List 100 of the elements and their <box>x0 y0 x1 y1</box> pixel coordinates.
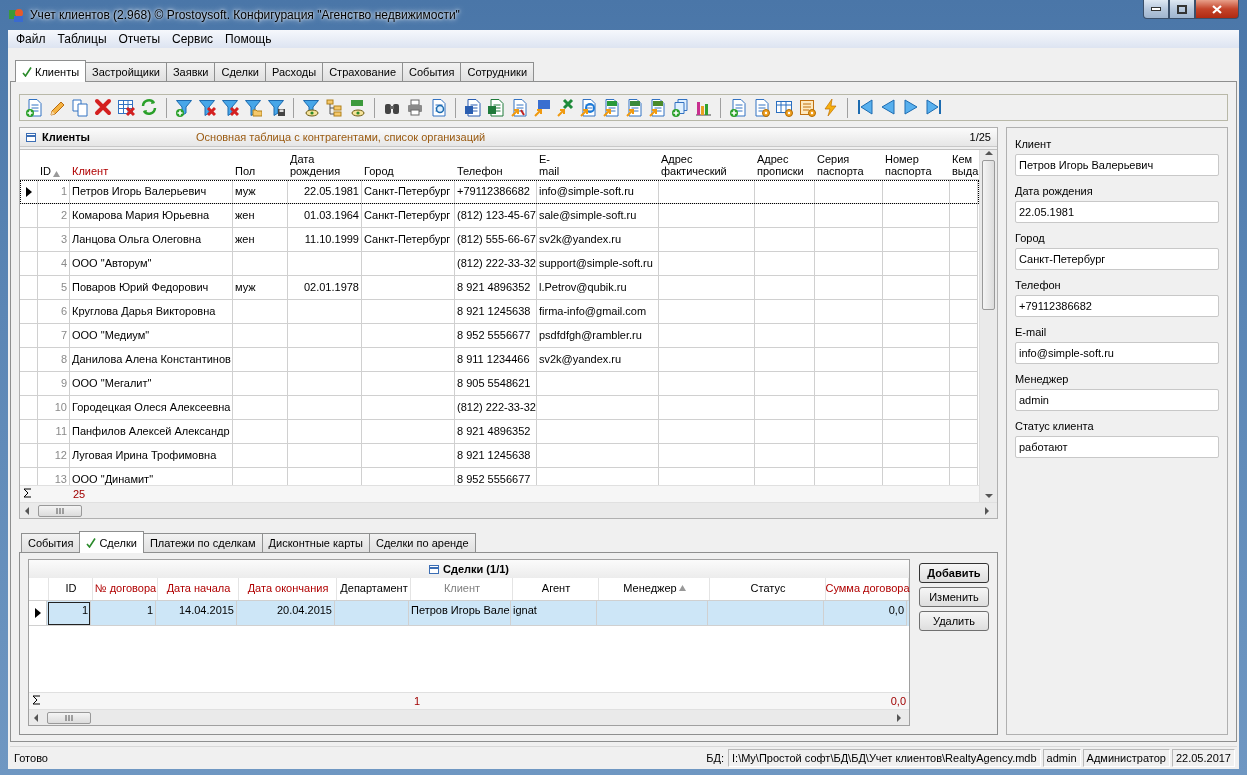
row-selector[interactable] <box>20 180 38 205</box>
sort-arrow-icon <box>678 585 686 591</box>
table-cell: ignat <box>511 601 597 626</box>
new-document-icon[interactable] <box>24 97 44 118</box>
table-cell: 1 <box>91 601 156 626</box>
column-header[interactable]: Телефон <box>457 165 503 178</box>
menu-item[interactable]: Сервис <box>166 30 220 48</box>
table-cell: 1 <box>47 601 91 626</box>
scrollbar-thumb[interactable] <box>982 160 995 310</box>
column-header[interactable]: № договора <box>94 582 157 594</box>
scroll-arrow-icon[interactable] <box>24 506 32 515</box>
input-field[interactable]: Санкт-Петербург <box>1015 248 1219 270</box>
filter-add-icon[interactable] <box>174 97 194 118</box>
copies-icon[interactable] <box>670 97 690 118</box>
filter-clear-icon[interactable] <box>220 97 240 118</box>
tab[interactable]: Страхование <box>322 62 404 82</box>
tab[interactable]: Сделки по аренде <box>368 533 476 553</box>
row-pointer-icon <box>25 186 32 197</box>
tab[interactable]: Расходы <box>265 62 324 82</box>
menu-item[interactable]: Отчеты <box>112 30 166 48</box>
tab[interactable]: Застройщики <box>85 62 167 82</box>
scrollbar-thumb[interactable] <box>38 504 82 517</box>
maximize-button[interactable] <box>1169 0 1195 19</box>
column-header[interactable]: Серия паспорта <box>817 153 864 178</box>
field-label: Менеджер <box>1015 373 1070 385</box>
column-header[interactable]: Номер паспорта <box>885 153 932 178</box>
database-path: I:\My\Простой софт\БД\БД\Учет клиентов\RealtyAgency.mdb <box>728 749 1041 767</box>
total-amount: 0,0 <box>889 695 907 707</box>
tree-icon[interactable] <box>324 97 344 118</box>
field-label: Клиент <box>1015 138 1053 150</box>
copy-icon[interactable] <box>70 97 90 118</box>
column-header[interactable]: Дата окончания <box>247 582 329 594</box>
scroll-arrow-icon[interactable] <box>984 150 993 158</box>
column-header[interactable]: Агент <box>541 582 571 594</box>
menu-item[interactable]: Таблицы <box>51 30 113 48</box>
field-label: Телефон <box>1015 279 1062 291</box>
column-header[interactable]: Департамент <box>340 582 408 594</box>
table-delete-icon[interactable] <box>116 97 136 118</box>
table-cell: 0,0 <box>824 601 907 626</box>
tab[interactable]: Платежи по сделкам <box>142 533 263 553</box>
sort-arrow-icon <box>53 171 60 178</box>
input-field[interactable]: Петров Игорь Валерьевич <box>1015 154 1219 176</box>
tab[interactable]: Сделки <box>214 62 266 82</box>
filter-remove-icon[interactable] <box>197 97 217 118</box>
column-header[interactable]: Адрес прописки <box>757 153 804 178</box>
row-pointer-icon <box>34 608 41 618</box>
document-add-icon[interactable] <box>728 97 748 118</box>
tab[interactable]: Сотрудники <box>460 62 535 82</box>
column-header[interactable]: Менеджер <box>623 582 686 594</box>
action-button[interactable]: Добавить <box>919 563 989 583</box>
delete-icon[interactable] <box>93 97 113 118</box>
database-label: БД: <box>705 752 726 764</box>
filter-save-icon[interactable] <box>266 97 286 118</box>
maximize-icon <box>1177 4 1187 14</box>
filter-eye-icon[interactable] <box>301 97 321 118</box>
row-selector[interactable] <box>29 601 47 626</box>
input-field[interactable]: admin <box>1015 389 1219 411</box>
action-button[interactable]: Удалить <box>919 611 989 631</box>
sum-icon <box>23 488 32 499</box>
column-header[interactable]: Город <box>364 165 394 178</box>
column-header[interactable]: E-mail <box>539 153 560 178</box>
minimize-button[interactable] <box>1143 0 1169 19</box>
list-gear-icon[interactable] <box>797 97 817 118</box>
last-arrow-icon[interactable] <box>924 97 944 118</box>
tab[interactable]: Клиенты <box>15 60 87 82</box>
scrollbar-thumb[interactable] <box>47 711 91 724</box>
column-header[interactable]: ID <box>65 582 77 594</box>
menu-item[interactable]: Файл <box>10 30 52 48</box>
tab[interactable]: События <box>21 533 81 553</box>
column-header[interactable]: Клиент <box>443 582 481 594</box>
sum-icon <box>32 695 41 705</box>
column-header[interactable]: Адрес фактический <box>661 153 727 178</box>
input-field[interactable]: работают <box>1015 436 1219 458</box>
column-header[interactable]: Клиент <box>72 165 109 178</box>
column-header[interactable]: Дата начала <box>166 582 231 594</box>
scroll-arrow-icon[interactable] <box>33 713 41 722</box>
tab[interactable]: События <box>402 62 462 82</box>
menu-item[interactable]: Помощь <box>219 30 278 48</box>
column-header[interactable]: Пол <box>235 165 256 178</box>
action-button[interactable]: Изменить <box>919 587 989 607</box>
column-header[interactable]: ID <box>40 165 60 178</box>
filter-folder-icon[interactable] <box>243 97 263 118</box>
close-button[interactable] <box>1195 0 1239 19</box>
refresh-icon[interactable] <box>139 97 159 118</box>
tab[interactable]: Заявки <box>165 62 216 82</box>
column-header[interactable]: Статус <box>750 582 786 594</box>
printer-icon[interactable] <box>405 97 425 118</box>
input-field[interactable]: 22.05.1981 <box>1015 201 1219 223</box>
tab[interactable]: Сделки <box>79 531 144 553</box>
close-icon <box>1212 4 1222 14</box>
column-header[interactable]: Кем выда <box>952 153 979 178</box>
first-arrow-icon[interactable] <box>855 97 875 118</box>
column-header[interactable]: Дата рождения <box>290 153 341 178</box>
tab[interactable]: Дисконтные карты <box>261 533 370 553</box>
input-field[interactable]: +79112386682 <box>1015 295 1219 317</box>
input-field[interactable]: info@simple-soft.ru <box>1015 342 1219 364</box>
field-label: E-mail <box>1015 326 1048 338</box>
status-text: Готово <box>13 752 49 764</box>
grip-icon <box>55 507 65 514</box>
column-header[interactable]: Сумма договора <box>825 582 910 594</box>
